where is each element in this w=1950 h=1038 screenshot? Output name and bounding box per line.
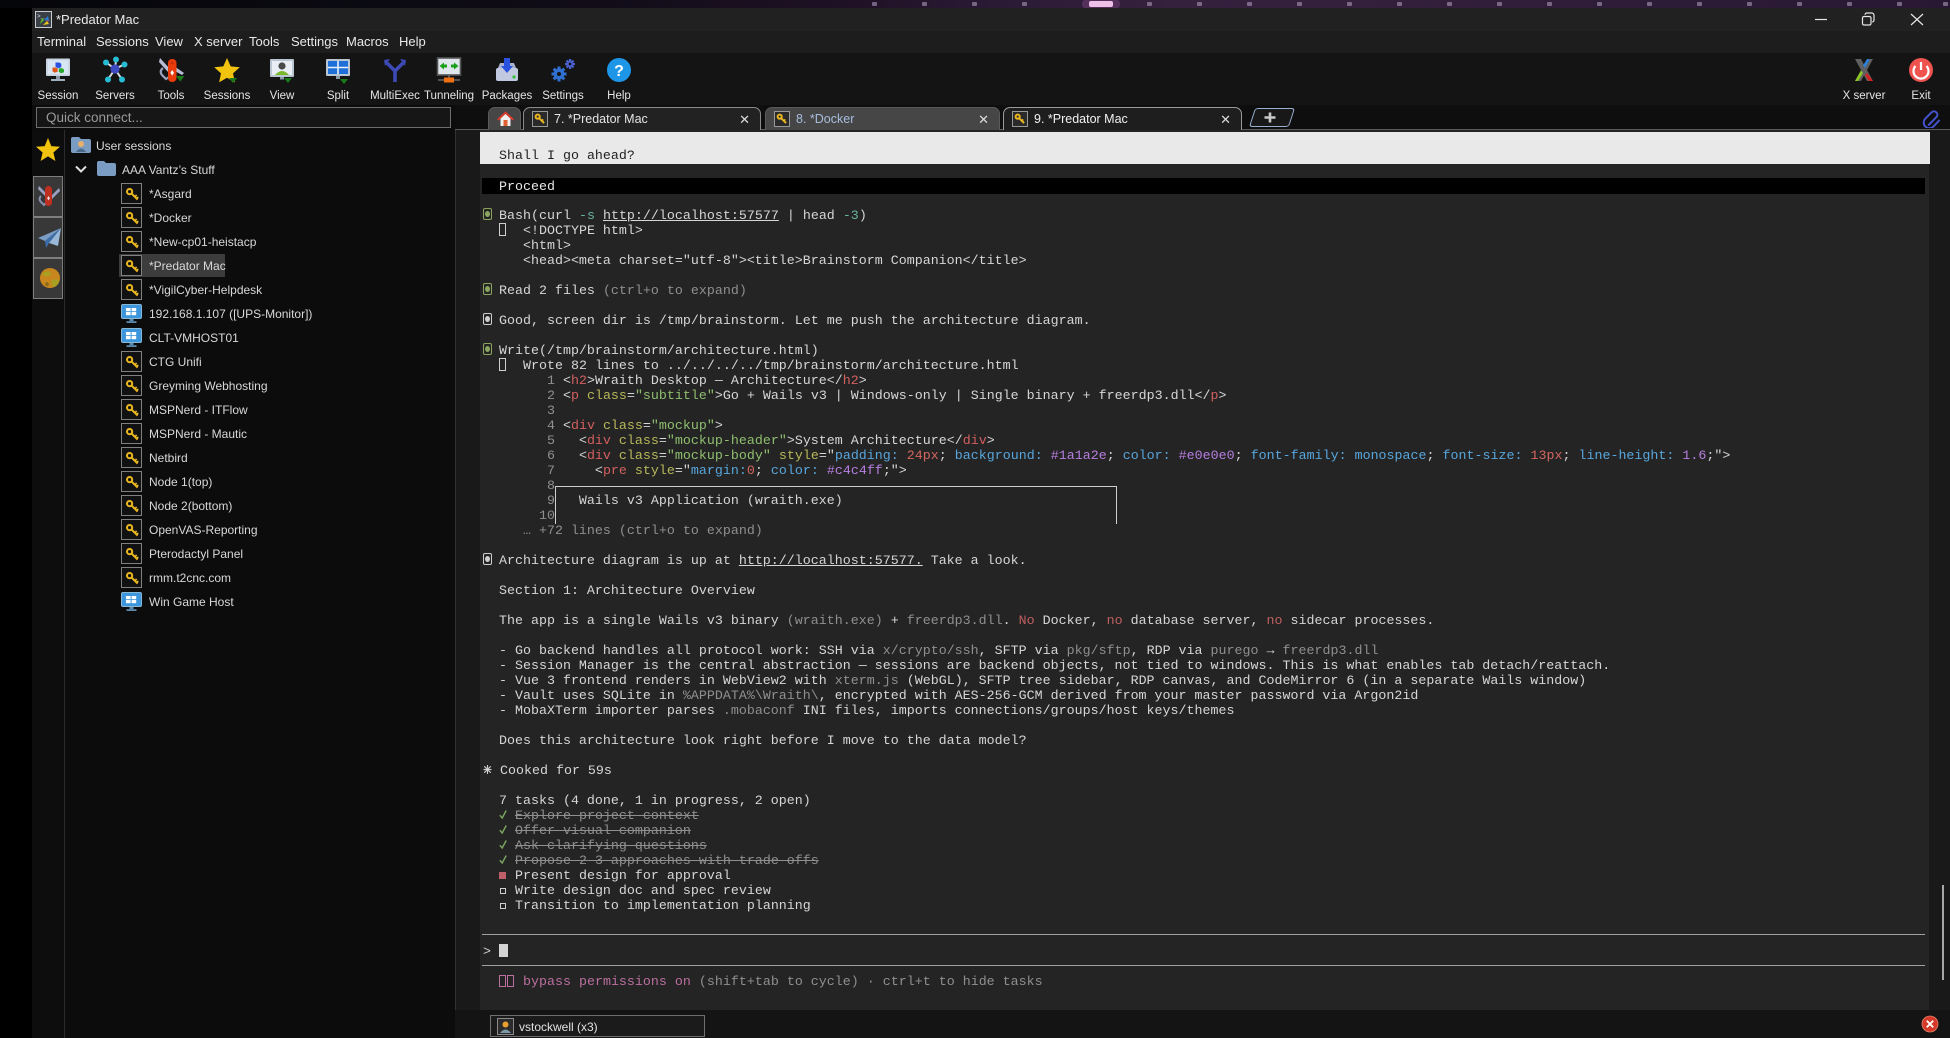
svg-text:>_: >_ <box>37 13 45 20</box>
svg-text:?: ? <box>614 63 624 80</box>
